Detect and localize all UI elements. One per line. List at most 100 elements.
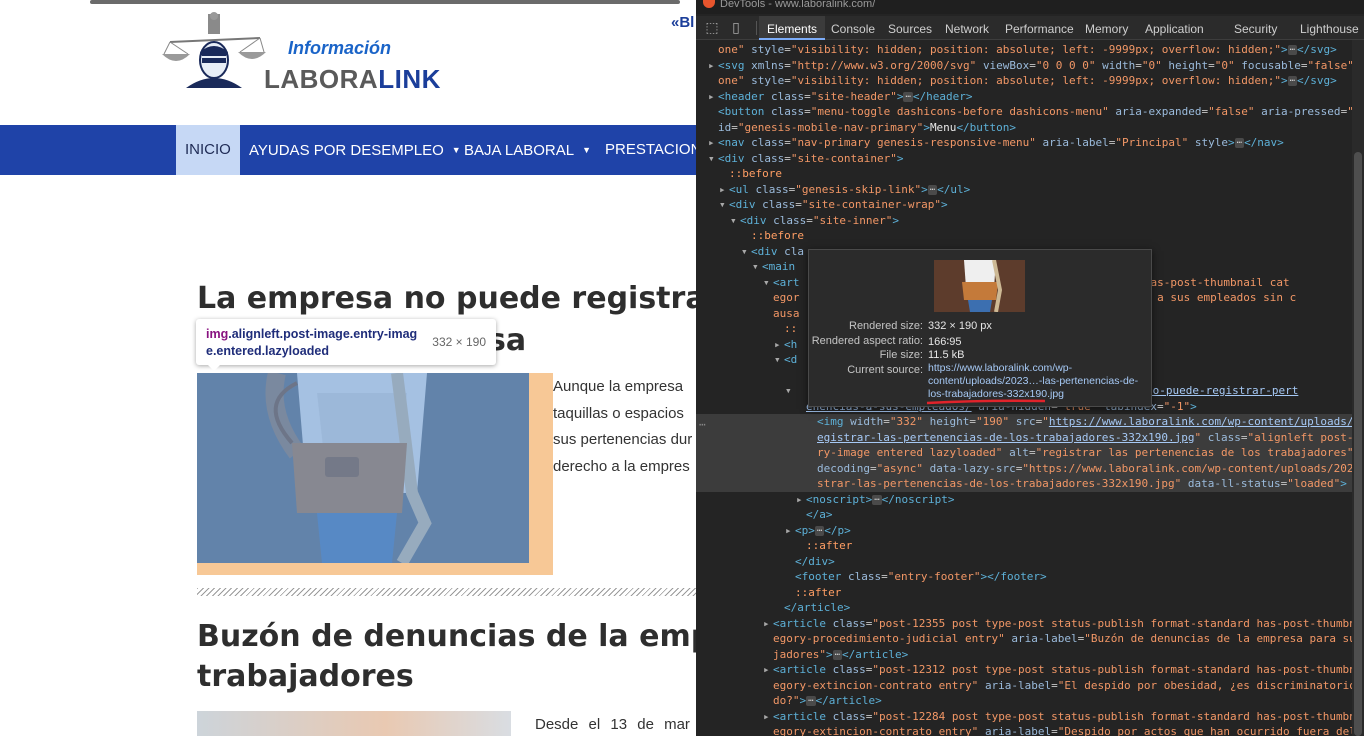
dom-node-markup: <header class="site-header">… </header> xyxy=(718,89,973,103)
dom-node-markup: <ul class="genesis-skip-link">… </ul> xyxy=(729,182,971,196)
brand-name: LABORALINK xyxy=(264,64,441,95)
browser-scrollbar[interactable] xyxy=(0,0,696,8)
tab-sources[interactable]: Sources xyxy=(888,16,932,40)
dom-node[interactable]: id="genesis-mobile-nav-primary">Menu</bu… xyxy=(696,120,1352,136)
dom-node[interactable]: </div> xyxy=(696,554,1352,570)
scrollbar-thumb[interactable] xyxy=(90,0,680,4)
dom-node-markup: <d xyxy=(784,353,798,366)
nav-item-prestaciones[interactable]: PRESTACIONE xyxy=(605,125,696,175)
inspect-element-icon[interactable]: ⬚ xyxy=(704,20,720,36)
dom-node[interactable]: ▸ <article class="post-12312 post type-po… xyxy=(696,662,1352,678)
scales-of-justice-icon xyxy=(162,12,266,88)
expand-caret-icon[interactable]: ▾ xyxy=(785,383,795,399)
expand-caret-icon[interactable]: ▾ xyxy=(752,259,762,275)
dom-node[interactable]: egory-extincion-contrato entry" aria-lab… xyxy=(696,724,1352,736)
dom-node-markup: ::after xyxy=(795,585,842,599)
nav-item-ayudas[interactable]: AYUDAS POR DESEMPLEO ▼ xyxy=(249,125,461,175)
dom-node-markup: <footer class="entry-footer"></footer> xyxy=(795,570,1047,583)
tab-memory[interactable]: Memory xyxy=(1085,16,1128,40)
expand-caret-icon[interactable]: ▾ xyxy=(741,244,751,260)
collapse-caret-icon[interactable]: ▸ xyxy=(719,182,729,198)
collapse-caret-icon[interactable]: ▸ xyxy=(774,337,784,353)
dom-node-selected[interactable]: decoding="async" data-lazy-src="https://… xyxy=(696,460,1352,476)
collapse-caret-icon[interactable]: ▸ xyxy=(785,523,795,539)
tooltip-selector: img.alignleft.post-image.entry-image.ent… xyxy=(206,326,426,360)
dom-node-selected[interactable]: ry-image entered lazyloaded" alt="regist… xyxy=(696,445,1352,461)
dom-node-selected[interactable]: egistrar-las-pertenencias-de-los-trabaja… xyxy=(696,429,1352,445)
dom-node[interactable]: ::before xyxy=(696,166,1352,182)
tab-application[interactable]: Application xyxy=(1145,16,1204,40)
nav-item-baja-laboral[interactable]: BAJA LABORAL ▼ xyxy=(464,125,591,175)
dom-node[interactable]: ▸ <noscript>… </noscript> xyxy=(696,492,1352,508)
current-source-link[interactable]: https://www.laboralink.com/wp-content/up… xyxy=(928,362,1143,401)
dom-node[interactable]: ▸ <ul class="genesis-skip-link">… </ul> xyxy=(696,182,1352,198)
caret-down-icon: ▼ xyxy=(451,145,461,155)
tab-performance[interactable]: Performance xyxy=(1005,16,1074,40)
scrollbar-thumb[interactable] xyxy=(1354,152,1362,736)
tab-security[interactable]: Security xyxy=(1234,16,1277,40)
device-toolbar-icon[interactable]: ▯ xyxy=(728,20,744,36)
tab-console[interactable]: Console xyxy=(831,16,875,40)
dom-node-markup: ::before xyxy=(729,167,782,180)
expand-caret-icon[interactable]: ▾ xyxy=(719,197,729,213)
dom-node[interactable]: jadores">… </article> xyxy=(696,647,1352,663)
dom-node-markup: ::before xyxy=(751,229,804,242)
collapse-caret-icon[interactable]: ▸ xyxy=(708,58,718,74)
collapse-caret-icon[interactable]: ▸ xyxy=(708,135,718,151)
dom-node[interactable]: <footer class="entry-footer"></footer> xyxy=(696,569,1352,585)
dom-tree-scrollbar[interactable] xyxy=(1352,40,1364,736)
dom-node[interactable]: do?">… </article> xyxy=(696,693,1352,709)
dom-node-selected[interactable]: <img width="332" height="190" src="https… xyxy=(696,414,1352,430)
site-logo[interactable]: Información LABORALINK xyxy=(160,10,440,100)
dom-node-markup: <article class="post-12312 post type-pos… xyxy=(773,663,1352,676)
expand-caret-icon[interactable]: ▾ xyxy=(763,275,773,291)
collapse-caret-icon[interactable]: ▸ xyxy=(763,662,773,678)
post-title-line2[interactable]: trabajadores xyxy=(197,657,414,697)
dom-node[interactable]: ▸ <svg xmlns="http://www.w3.org/2000/svg"… xyxy=(696,58,1352,74)
dom-node[interactable]: ▸ <article class="post-12355 post type-po… xyxy=(696,616,1352,632)
dom-node[interactable]: one" style="visibility: hidden; position… xyxy=(696,42,1352,58)
dom-node[interactable]: ▾ <div class="site-container"> xyxy=(696,151,1352,167)
tab-lighthouse[interactable]: Lighthouse xyxy=(1300,16,1359,40)
dom-node[interactable]: </a> xyxy=(696,507,1352,523)
tab-elements[interactable]: Elements xyxy=(759,16,826,40)
file-size-label: File size: xyxy=(879,349,923,361)
dom-node[interactable]: egory-procedimiento-judicial entry" aria… xyxy=(696,631,1352,647)
expand-caret-icon[interactable]: ▾ xyxy=(708,151,718,167)
dom-node[interactable]: ::after xyxy=(696,538,1352,554)
dom-node[interactable]: ::before xyxy=(696,228,1352,244)
post-title[interactable]: Buzón de denuncias de la empre xyxy=(197,617,696,657)
dom-node[interactable]: <button class="menu-toggle dashicons-bef… xyxy=(696,104,1352,120)
tooltip-dimensions: 332 × 190 xyxy=(432,335,486,349)
gutter-ellipsis-icon[interactable]: ⋯ xyxy=(699,418,706,431)
expand-caret-icon[interactable]: ▾ xyxy=(730,213,740,229)
post-divider xyxy=(197,588,696,596)
nav-item-label: PRESTACIONE xyxy=(605,141,696,158)
tab-network[interactable]: Network xyxy=(945,16,989,40)
dom-node[interactable]: egory-extincion-contrato entry" aria-lab… xyxy=(696,678,1352,694)
nav-item-inicio[interactable]: INICIO xyxy=(176,125,240,175)
dom-node[interactable]: </article> xyxy=(696,600,1352,616)
dom-node[interactable]: ▸ <article class="post-12284 post type-po… xyxy=(696,709,1352,725)
post-thumbnail[interactable] xyxy=(197,711,511,736)
collapse-caret-icon[interactable]: ▸ xyxy=(708,89,718,105)
dom-node[interactable]: ▸ <nav class="nav-primary genesis-respons… xyxy=(696,135,1352,151)
post-thumbnail[interactable] xyxy=(197,373,529,563)
dom-node[interactable]: ▾ <div class="site-container-wrap"> xyxy=(696,197,1352,213)
post-title[interactable]: La empresa no puede registrar a xyxy=(197,279,696,319)
tooltip-classes: .alignleft.post-image.entry-image.entere… xyxy=(206,327,418,358)
dom-node[interactable]: ▾ <div class="site-inner"> xyxy=(696,213,1352,229)
collapse-caret-icon[interactable]: ▸ xyxy=(763,709,773,725)
header-link[interactable]: «Bl xyxy=(671,14,694,31)
dom-node[interactable]: ▸ <header class="site-header">… </header> xyxy=(696,89,1352,105)
collapse-caret-icon[interactable]: ▸ xyxy=(796,492,806,508)
dom-node[interactable]: ::after xyxy=(696,585,1352,601)
current-source-label: Current source: xyxy=(847,364,923,376)
dom-node[interactable]: ▸ <p>… </p> xyxy=(696,523,1352,539)
devtools-tabbar: ⬚ ▯ Elements Console Sources Network Per… xyxy=(696,16,1364,40)
dom-node-selected[interactable]: strar-las-pertenencias-de-los-trabajador… xyxy=(696,476,1352,492)
rendered-size-label: Rendered size: xyxy=(849,320,923,332)
collapse-caret-icon[interactable]: ▸ xyxy=(763,616,773,632)
expand-caret-icon[interactable]: ▾ xyxy=(774,352,784,368)
dom-node[interactable]: one" style="visibility: hidden; position… xyxy=(696,73,1352,89)
